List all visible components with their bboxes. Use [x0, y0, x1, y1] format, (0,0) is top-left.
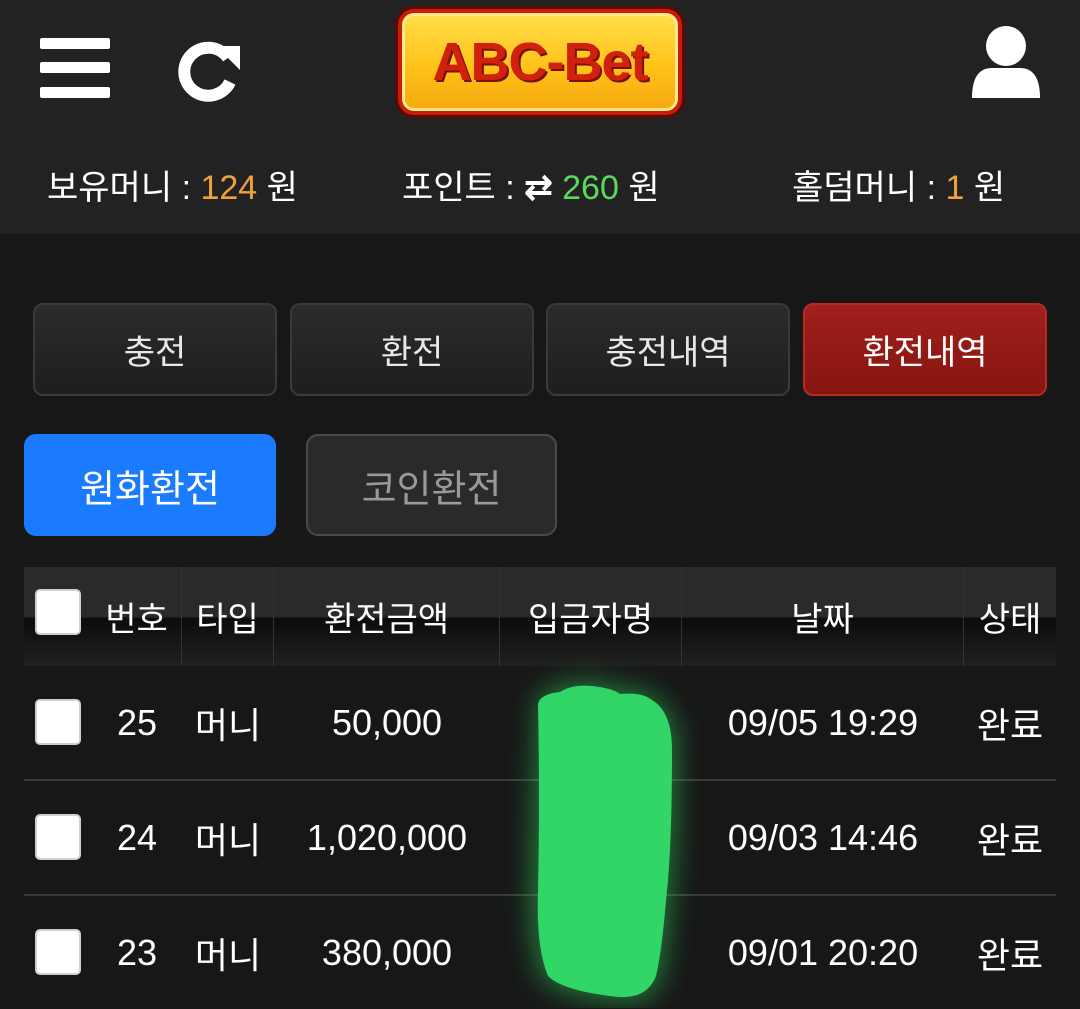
menu-icon[interactable]	[40, 38, 110, 100]
money-balance: 보유머니 : 124 원	[47, 160, 298, 209]
holdem-label: 홀덤머니 :	[792, 169, 946, 207]
tab-charge[interactable]: 충전	[33, 303, 277, 396]
holdem-value: 1	[945, 169, 965, 207]
cell-depositor	[500, 666, 682, 779]
col-amount: 환전금액	[274, 567, 500, 666]
top-bar: ABC-Bet 보유머니 : 124 원 포인트 : ⇄ 260 원 홀덤머니 …	[0, 0, 1080, 234]
col-number: 번호	[92, 567, 182, 666]
cell-type: 머니	[194, 934, 262, 976]
money-value: 124	[200, 169, 258, 207]
cell-status: 완료	[976, 934, 1044, 976]
cell-number: 24	[116, 816, 158, 858]
cell-depositor	[500, 896, 682, 1009]
select-all-checkbox[interactable]	[35, 589, 81, 635]
refresh-icon[interactable]	[176, 36, 244, 104]
tab-charge-history[interactable]: 충전내역	[546, 303, 790, 396]
cell-number: 23	[116, 931, 158, 973]
cell-date: 09/05 19:29	[727, 701, 919, 743]
tab-exchange-history[interactable]: 환전내역	[803, 303, 1047, 396]
cell-amount: 50,000	[331, 701, 443, 743]
table-row: 23 머니 380,000 09/01 20:20 완료	[24, 896, 1056, 1008]
table-row: 25 머니 50,000 09/05 19:29 완료	[24, 666, 1056, 781]
point-balance: 포인트 : ⇄ 260 원	[402, 160, 660, 209]
row-checkbox[interactable]	[35, 814, 81, 860]
row-checkbox[interactable]	[35, 699, 81, 745]
table-row: 24 머니 1,020,000 09/03 14:46 완료	[24, 781, 1056, 896]
subtab-krw-exchange[interactable]: 원화환전	[24, 434, 276, 536]
logo-text: ABC-Bet	[432, 32, 649, 92]
money-label: 보유머니 :	[47, 169, 201, 207]
table-header: 번호 타입 환전금액 입금자명 날짜 상태	[24, 567, 1056, 666]
holdem-balance: 홀덤머니 : 1 원	[792, 160, 1005, 209]
swap-icon[interactable]: ⇄	[524, 169, 553, 207]
col-date: 날짜	[682, 567, 964, 666]
cell-date: 09/03 14:46	[727, 816, 919, 858]
tab-exchange[interactable]: 환전	[290, 303, 534, 396]
money-unit: 원	[257, 169, 298, 207]
cell-number: 25	[116, 701, 158, 743]
cell-amount: 380,000	[321, 931, 453, 973]
cell-depositor	[500, 781, 682, 894]
cell-status: 완료	[976, 704, 1044, 746]
col-status: 상태	[978, 601, 1042, 639]
cell-date: 09/01 20:20	[727, 931, 919, 973]
point-value: 260	[562, 169, 619, 207]
col-type: 타입	[182, 567, 274, 666]
row-checkbox[interactable]	[35, 929, 81, 975]
cell-type: 머니	[194, 704, 262, 746]
subtab-coin-exchange[interactable]: 코인환전	[306, 434, 557, 536]
point-unit: 원	[618, 169, 660, 207]
point-label: 포인트 :	[402, 169, 525, 207]
balance-bar: 보유머니 : 124 원 포인트 : ⇄ 260 원 홀덤머니 : 1 원	[0, 160, 1080, 216]
cell-status: 완료	[976, 819, 1044, 861]
site-logo[interactable]: ABC-Bet	[398, 9, 682, 115]
col-depositor: 입금자명	[500, 567, 682, 666]
cell-type: 머니	[194, 819, 262, 861]
cell-amount: 1,020,000	[306, 816, 468, 858]
holdem-unit: 원	[964, 169, 1006, 207]
user-icon[interactable]	[970, 24, 1042, 100]
